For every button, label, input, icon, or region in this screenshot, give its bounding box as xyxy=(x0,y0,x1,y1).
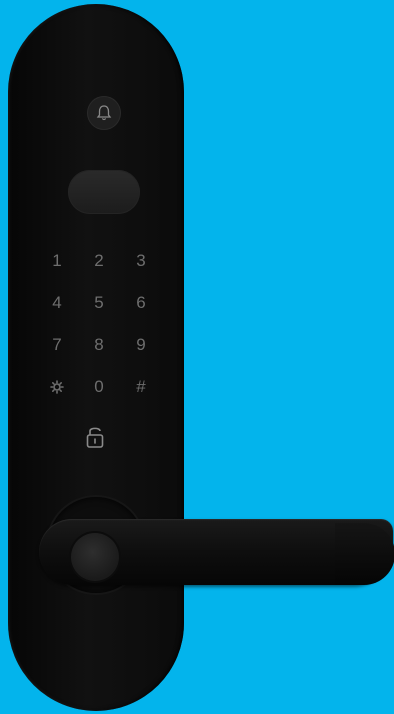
key-6[interactable]: 6 xyxy=(120,282,162,324)
key-2[interactable]: 2 xyxy=(78,240,120,282)
lever-tip xyxy=(335,523,394,585)
key-star[interactable] xyxy=(36,366,78,408)
keypad: 1 2 3 4 5 6 7 8 9 0 # xyxy=(36,240,158,408)
face-sensor-window xyxy=(68,170,140,214)
key-7[interactable]: 7 xyxy=(36,324,78,366)
key-1[interactable]: 1 xyxy=(36,240,78,282)
key-4[interactable]: 4 xyxy=(36,282,78,324)
padlock-icon xyxy=(86,427,104,448)
key-3[interactable]: 3 xyxy=(120,240,162,282)
key-5[interactable]: 5 xyxy=(78,282,120,324)
gear-icon xyxy=(50,380,64,394)
key-0[interactable]: 0 xyxy=(78,366,120,408)
key-hash[interactable]: # xyxy=(120,366,162,408)
unlock-button[interactable] xyxy=(80,422,110,452)
key-9[interactable]: 9 xyxy=(120,324,162,366)
bell-icon xyxy=(96,105,112,121)
fingerprint-sensor[interactable] xyxy=(71,533,119,581)
key-8[interactable]: 8 xyxy=(78,324,120,366)
doorbell-button[interactable] xyxy=(87,96,121,130)
